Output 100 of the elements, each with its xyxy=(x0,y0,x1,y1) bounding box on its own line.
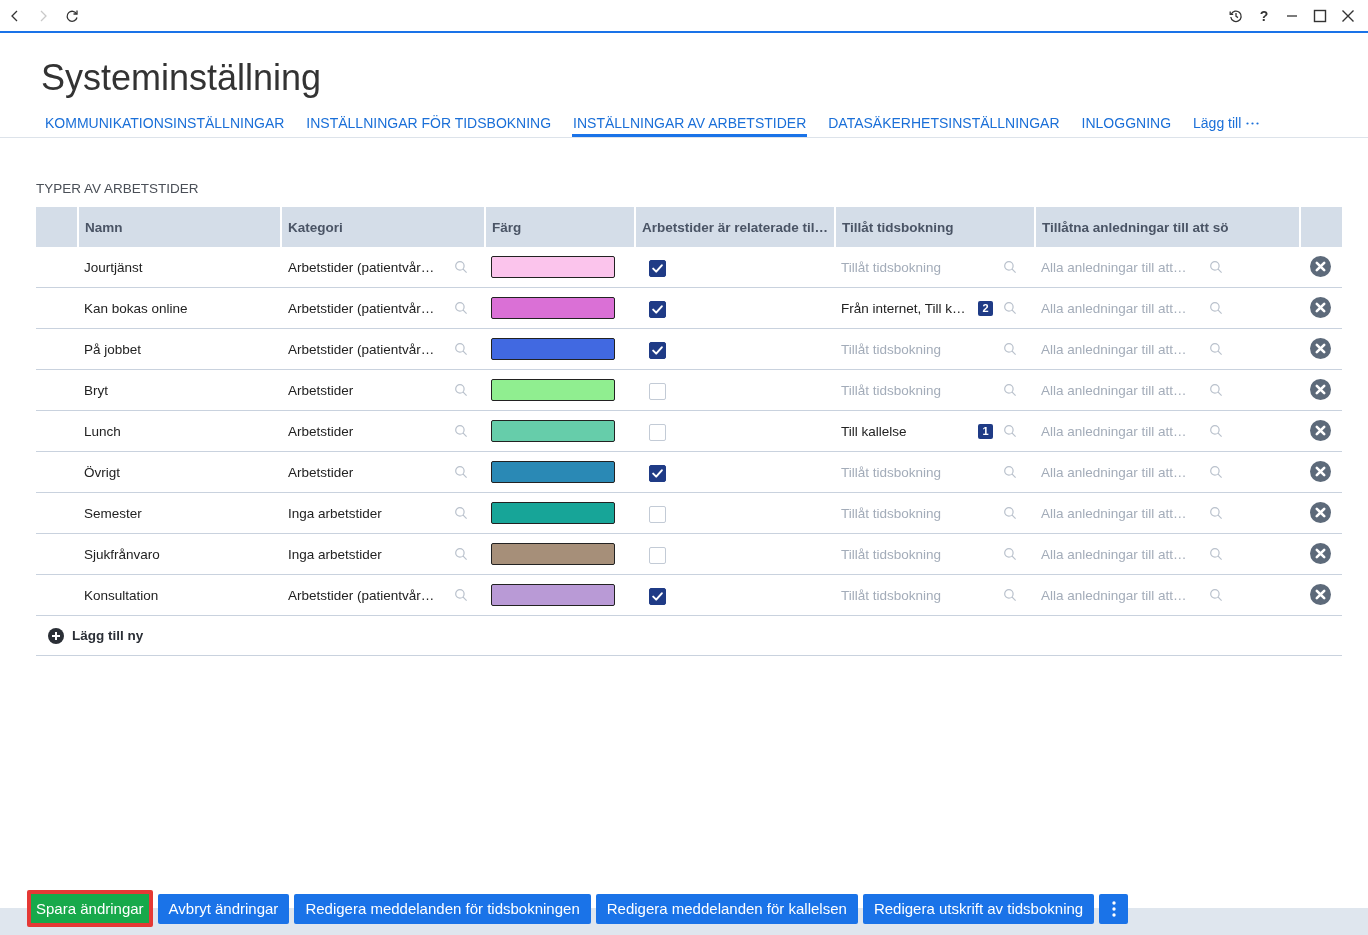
settings-tab[interactable]: INLOGGNING xyxy=(1080,113,1173,137)
booking-field[interactable]: Till kallelse xyxy=(841,421,972,441)
maximize-icon[interactable] xyxy=(1313,8,1327,23)
x-circle-icon[interactable] xyxy=(1310,501,1331,523)
search-icon[interactable] xyxy=(1004,261,1016,273)
booking-field[interactable]: Tillåt tidsbokning xyxy=(841,339,1000,359)
checkbox[interactable] xyxy=(649,259,666,277)
booking-field[interactable]: Tillåt tidsbokning xyxy=(841,503,1000,523)
category-field[interactable]: Arbetstider xyxy=(288,421,451,441)
search-icon[interactable] xyxy=(1004,466,1016,478)
action-button[interactable]: Avbryt ändringar xyxy=(157,893,290,924)
color-swatch[interactable] xyxy=(491,256,615,278)
section-title: TYPER AV ARBETSTIDER xyxy=(36,180,200,198)
checkmark-icon xyxy=(652,304,663,314)
reasons-field[interactable]: Alla anledningar till att… xyxy=(1041,544,1206,564)
search-icon[interactable] xyxy=(455,507,467,519)
x-circle-icon[interactable] xyxy=(1310,255,1331,277)
settings-tab[interactable]: INSTÄLLNINGAR AV ARBETSTIDER xyxy=(572,113,808,137)
settings-tab[interactable]: INSTÄLLNINGAR FÖR TIDSBOKNING xyxy=(305,113,553,137)
reasons-field[interactable]: Alla anledningar till att… xyxy=(1041,257,1206,277)
search-icon[interactable] xyxy=(1210,548,1222,560)
reasons-field[interactable]: Alla anledningar till att… xyxy=(1041,462,1206,482)
reasons-field[interactable]: Alla anledningar till att… xyxy=(1041,298,1206,318)
category-field[interactable]: Arbetstider (patientvår… xyxy=(288,257,451,277)
category-field[interactable]: Arbetstider xyxy=(288,462,451,482)
x-circle-icon[interactable] xyxy=(1310,542,1331,564)
x-circle-icon[interactable] xyxy=(1310,583,1331,605)
search-icon[interactable] xyxy=(1210,261,1222,273)
search-icon[interactable] xyxy=(1004,302,1016,314)
checkbox[interactable] xyxy=(649,300,666,318)
category-field[interactable]: Inga arbetstider xyxy=(288,544,451,564)
search-icon[interactable] xyxy=(1210,466,1222,478)
category-field[interactable]: Arbetstider (patientvår… xyxy=(288,585,451,605)
x-circle-icon[interactable] xyxy=(1310,296,1331,318)
settings-tab[interactable]: KOMMUNIKATIONSINSTÄLLNINGAR xyxy=(44,113,286,137)
column-header xyxy=(36,207,77,247)
reload-icon[interactable] xyxy=(65,8,79,23)
column-header: Kategori xyxy=(280,207,484,247)
search-icon[interactable] xyxy=(1004,384,1016,396)
search-icon[interactable] xyxy=(1004,507,1016,519)
search-icon[interactable] xyxy=(1004,548,1016,560)
color-swatch[interactable] xyxy=(491,379,615,401)
color-swatch[interactable] xyxy=(491,420,615,442)
x-circle-icon[interactable] xyxy=(1310,460,1331,482)
more-button[interactable] xyxy=(1099,893,1129,924)
search-icon[interactable] xyxy=(455,384,467,396)
search-icon[interactable] xyxy=(1004,425,1016,437)
search-icon[interactable] xyxy=(455,466,467,478)
color-swatch[interactable] xyxy=(491,502,615,524)
category-field[interactable]: Arbetstider (patientvår… xyxy=(288,339,451,359)
search-icon[interactable] xyxy=(455,589,467,601)
x-circle-icon[interactable] xyxy=(1310,419,1331,441)
reasons-field[interactable]: Alla anledningar till att… xyxy=(1041,339,1206,359)
booking-field[interactable]: Tillåt tidsbokning xyxy=(841,257,1000,277)
search-icon[interactable] xyxy=(1004,343,1016,355)
search-icon[interactable] xyxy=(1210,302,1222,314)
add-tab[interactable]: Lägg till xyxy=(1192,113,1261,137)
category-field[interactable]: Arbetstider xyxy=(288,380,451,400)
color-swatch[interactable] xyxy=(491,338,615,360)
checkbox[interactable] xyxy=(649,464,666,482)
search-icon[interactable] xyxy=(1210,507,1222,519)
reasons-field[interactable]: Alla anledningar till att… xyxy=(1041,380,1206,400)
search-icon[interactable] xyxy=(455,343,467,355)
history-icon[interactable] xyxy=(1229,8,1243,23)
booking-field[interactable]: Tillåt tidsbokning xyxy=(841,544,1000,564)
action-button[interactable]: Redigera meddelanden för tidsbokningen xyxy=(294,893,591,924)
action-button[interactable]: Redigera meddelanden för kallelsen xyxy=(595,893,858,924)
reasons-field[interactable]: Alla anledningar till att… xyxy=(1041,421,1206,441)
search-icon[interactable] xyxy=(1210,589,1222,601)
color-swatch[interactable] xyxy=(491,543,615,565)
search-icon[interactable] xyxy=(455,548,467,560)
booking-field[interactable]: Tillåt tidsbokning xyxy=(841,462,1000,482)
search-icon[interactable] xyxy=(455,425,467,437)
x-circle-icon[interactable] xyxy=(1310,378,1331,400)
action-button[interactable]: Redigera utskrift av tidsbokning xyxy=(862,893,1095,924)
color-swatch[interactable] xyxy=(491,584,615,606)
color-swatch[interactable] xyxy=(491,297,615,319)
checkbox[interactable] xyxy=(649,341,666,359)
search-icon[interactable] xyxy=(455,261,467,273)
checkmark-icon xyxy=(652,591,663,601)
search-icon[interactable] xyxy=(1210,384,1222,396)
booking-field[interactable]: Från internet, Till k… xyxy=(841,298,972,318)
reasons-field[interactable]: Alla anledningar till att… xyxy=(1041,503,1206,523)
help-button[interactable]: ? xyxy=(1257,7,1271,24)
settings-tab[interactable]: DATASÄKERHETSINSTÄLLNINGAR xyxy=(827,113,1061,137)
close-icon[interactable] xyxy=(1341,8,1355,23)
category-field[interactable]: Inga arbetstider xyxy=(288,503,451,523)
color-swatch[interactable] xyxy=(491,461,615,483)
search-icon[interactable] xyxy=(1004,589,1016,601)
search-icon[interactable] xyxy=(1210,425,1222,437)
column-header: Arbetstider är relaterade til… xyxy=(634,207,834,247)
category-field[interactable]: Arbetstider (patientvår… xyxy=(288,298,451,318)
booking-field[interactable]: Tillåt tidsbokning xyxy=(841,585,1000,605)
checkbox[interactable] xyxy=(649,587,666,605)
reasons-field[interactable]: Alla anledningar till att… xyxy=(1041,585,1206,605)
booking-field[interactable]: Tillåt tidsbokning xyxy=(841,380,1000,400)
add-new-button[interactable]: Lägg till ny xyxy=(48,627,144,644)
x-circle-icon[interactable] xyxy=(1310,337,1331,359)
search-icon[interactable] xyxy=(1210,343,1222,355)
search-icon[interactable] xyxy=(455,302,467,314)
